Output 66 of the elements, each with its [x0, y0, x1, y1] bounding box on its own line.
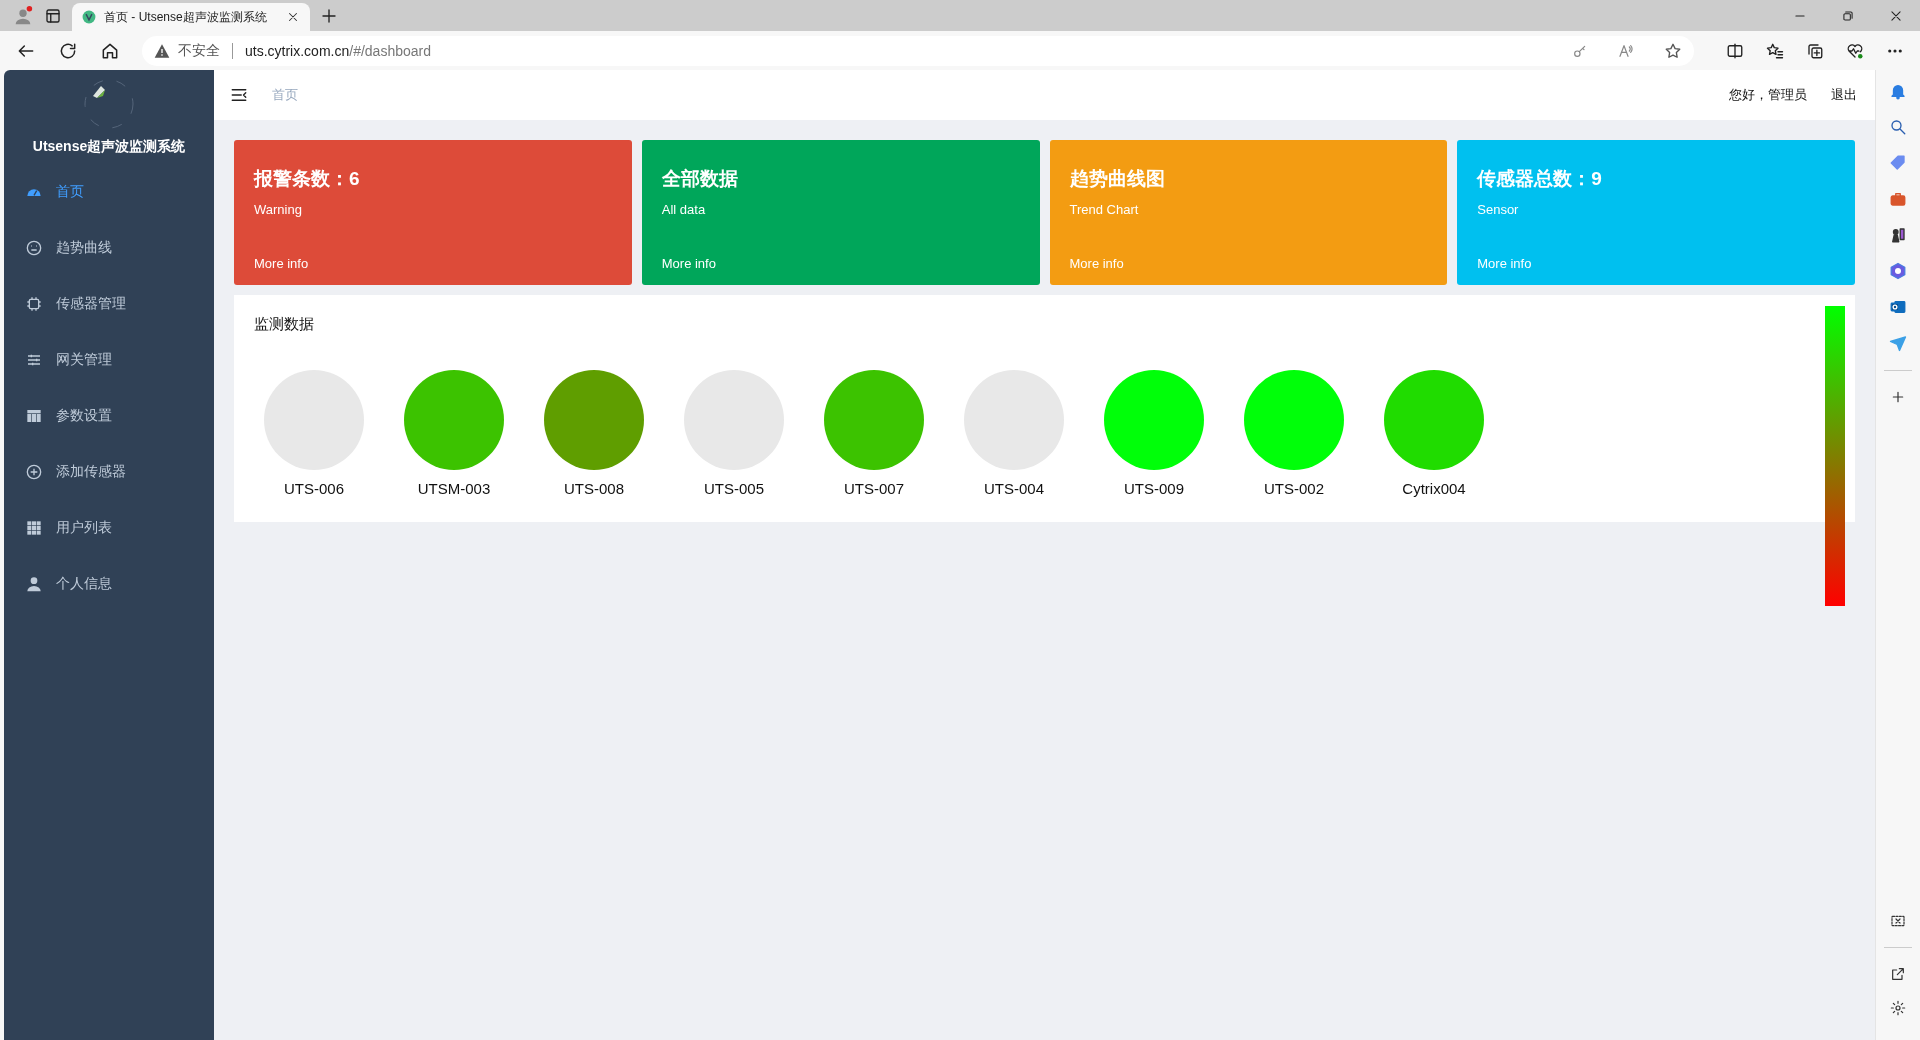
smiley-icon — [26, 240, 42, 256]
app-title: Utsense超声波监测系统 — [31, 138, 187, 156]
card-subtitle: Trend Chart — [1069, 202, 1140, 217]
card-title: 传感器总数：9 — [1477, 167, 1603, 191]
menu-item[interactable]: 网关管理 — [4, 332, 214, 388]
sensor-name: UTS-008 — [564, 480, 624, 497]
chess-icon[interactable] — [1889, 226, 1907, 244]
menu-item[interactable]: 用户列表 — [4, 500, 214, 556]
grid-icon — [26, 520, 42, 536]
read-aloud-icon[interactable] — [1618, 42, 1634, 59]
sensor-name: UTS-009 — [1124, 480, 1184, 497]
paper-plane-icon[interactable] — [1889, 334, 1907, 352]
add-icon — [26, 464, 42, 480]
bell-icon[interactable] — [1889, 82, 1907, 100]
menu-icon[interactable] — [230, 86, 248, 104]
card-title: 趋势曲线图 — [1069, 167, 1166, 191]
external-link-icon[interactable] — [1890, 966, 1906, 982]
menu-item[interactable]: 添加传感器 — [4, 444, 214, 500]
menu-item[interactable]: 趋势曲线 — [4, 220, 214, 276]
user-icon — [26, 576, 42, 592]
collections-icon[interactable] — [1806, 41, 1824, 60]
address-bar[interactable]: 不安全 uts.cytrix.com.cn/#/dashboard — [142, 35, 1694, 66]
warning-icon — [154, 42, 170, 59]
table-icon — [26, 408, 42, 424]
star-icon[interactable] — [1664, 41, 1682, 60]
screenshot-icon[interactable] — [1890, 913, 1906, 929]
menu-item[interactable]: 首页 — [4, 164, 214, 220]
tag-icon[interactable] — [1889, 154, 1907, 172]
mail-icon[interactable] — [1889, 298, 1907, 316]
tab-actions-icon[interactable] — [44, 6, 62, 25]
url-text: uts.cytrix.com.cn/#/dashboard — [245, 42, 431, 59]
sensor-name: UTS-005 — [704, 480, 764, 497]
card-subtitle: Warning — [254, 202, 303, 217]
browser-tab[interactable]: 首页 - Utsense超声波监测系统 — [72, 3, 310, 31]
chip-icon — [26, 296, 42, 312]
favorites-icon[interactable] — [1766, 41, 1784, 60]
card-title: 全部数据 — [661, 167, 739, 191]
card-title: 报警条数：6 — [254, 167, 361, 191]
card-subtitle: All data — [661, 202, 707, 217]
add-icon[interactable] — [1890, 389, 1906, 405]
menu-item[interactable]: 个人信息 — [4, 556, 214, 612]
close-icon[interactable] — [1889, 8, 1903, 23]
sensor-name: UTS-004 — [984, 480, 1044, 497]
logo-icon — [83, 78, 135, 130]
toolbox-icon[interactable] — [1889, 190, 1907, 208]
more-info-link[interactable]: More info — [254, 256, 612, 271]
sensor-name: UTSM-003 — [417, 480, 491, 497]
restore-icon[interactable] — [1841, 8, 1855, 23]
sensor-name: UTS-006 — [284, 480, 344, 497]
logout-link[interactable]: 退出 — [1831, 86, 1857, 104]
search-icon[interactable] — [1889, 118, 1907, 136]
greeting-text: 您好，管理员 — [1729, 86, 1807, 104]
sensor-name: UTS-007 — [844, 480, 904, 497]
health-icon[interactable] — [1846, 41, 1864, 60]
new-tab-icon[interactable] — [320, 6, 338, 25]
sliders-icon — [26, 352, 42, 368]
split-screen-icon[interactable] — [1726, 41, 1744, 60]
panel-title: 监测数据 — [254, 315, 315, 334]
close-icon[interactable] — [286, 10, 300, 24]
menu-item[interactable]: 传感器管理 — [4, 276, 214, 332]
menu-item[interactable]: 参数设置 — [4, 388, 214, 444]
card-subtitle: Sensor — [1477, 202, 1520, 217]
sensor-name: Cytrix004 — [1402, 480, 1466, 497]
security-label: 不安全 — [178, 41, 220, 60]
site-logo-icon — [82, 10, 96, 24]
sensor-name: UTS-002 — [1264, 480, 1324, 497]
